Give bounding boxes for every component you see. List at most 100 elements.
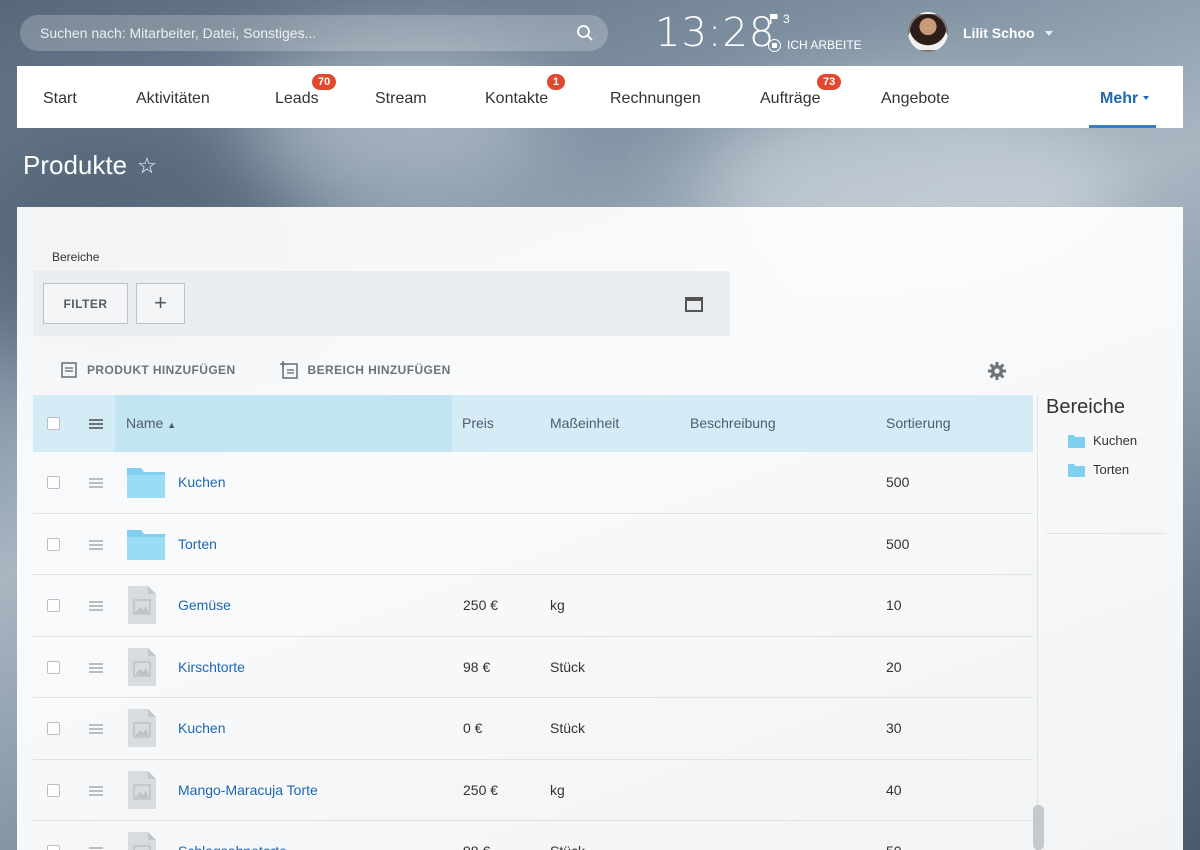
divider: [1046, 533, 1166, 534]
gear-icon[interactable]: [987, 361, 1007, 381]
row-price: 250 €: [463, 597, 499, 613]
nav-item-more[interactable]: Mehr: [1100, 66, 1150, 128]
products-table: Name ▲ Preis Maßeinheit Beschreibung Sor…: [33, 395, 1033, 850]
areas-sidebar: Bereiche Kuchen Torten: [1046, 395, 1166, 477]
row-name-link[interactable]: Kuchen: [178, 452, 225, 514]
divider: [1037, 395, 1038, 850]
row-name-link[interactable]: Kuchen: [178, 698, 225, 760]
row-name-link[interactable]: Torten: [178, 514, 217, 576]
user-name: Lilit Schoo: [963, 25, 1035, 41]
row-sort: 30: [886, 720, 902, 736]
nav-label: Aktivitäten: [136, 90, 210, 107]
filter-button[interactable]: FILTER: [43, 283, 128, 324]
header-price[interactable]: Preis: [462, 395, 494, 452]
sidebar-item-torten[interactable]: Torten: [1068, 462, 1166, 477]
row-sort: 40: [886, 781, 902, 798]
flag-icon: [770, 14, 778, 24]
nav-item-leads[interactable]: Leads 70: [275, 66, 337, 128]
nav-item-start[interactable]: Start: [43, 66, 77, 128]
sidebar-item-label: Kuchen: [1093, 433, 1138, 448]
header-description[interactable]: Beschreibung: [690, 395, 776, 452]
row-name-link[interactable]: Schlagsahnetorte: [178, 821, 287, 850]
menu-icon[interactable]: [89, 539, 103, 550]
header-sort[interactable]: Sortierung: [886, 395, 951, 452]
row-unit: Stück: [550, 720, 586, 736]
image-placeholder-icon: [128, 709, 156, 747]
flags-counter[interactable]: 3: [770, 12, 790, 26]
nav-item-angebote[interactable]: Angebote: [881, 66, 950, 128]
sidebar-item-label: Torten: [1093, 462, 1130, 477]
sidebar-item-kuchen[interactable]: Kuchen: [1068, 433, 1166, 448]
content-panel: Bereiche FILTER + PRODUKT HINZUFÜGEN BER…: [17, 207, 1183, 850]
menu-icon[interactable]: [89, 724, 103, 734]
menu-icon[interactable]: [89, 478, 103, 488]
table-row[interactable]: Kirschtorte 98 € Stück 20: [33, 637, 1033, 699]
search-input[interactable]: [40, 25, 560, 41]
add-filter-button[interactable]: +: [136, 283, 185, 324]
table-row[interactable]: Schlagsahnetorte 98 € Stück 50: [33, 821, 1033, 850]
row-price: 250 €: [463, 781, 499, 798]
table-row[interactable]: Kuchen 500: [33, 452, 1033, 514]
row-checkbox[interactable]: [47, 845, 60, 850]
work-status-label: ICH ARBEITE: [787, 38, 862, 52]
leads-badge: 70: [312, 74, 337, 90]
row-sort: 50: [886, 821, 902, 850]
flags-count: 3: [783, 12, 790, 26]
table-row[interactable]: Kuchen 0 € Stück 30: [33, 698, 1033, 760]
search-icon[interactable]: [576, 24, 594, 42]
page-title-text: Produkte: [23, 150, 128, 180]
nav-label: Start: [43, 90, 77, 107]
row-checkbox[interactable]: [47, 476, 60, 489]
page-title: Produkte ☆: [23, 150, 157, 181]
row-checkbox[interactable]: [47, 783, 60, 797]
row-name-link[interactable]: Mango-Maracuja Torte: [178, 760, 318, 822]
folder-icon: [1068, 463, 1085, 477]
image-placeholder-icon: [128, 832, 156, 850]
row-checkbox[interactable]: [47, 722, 60, 735]
active-tab-indicator: [1089, 125, 1156, 128]
header-name-label: Name: [126, 415, 164, 431]
select-all-checkbox[interactable]: [47, 417, 60, 430]
row-checkbox[interactable]: [47, 660, 60, 674]
menu-icon[interactable]: [89, 419, 103, 429]
work-status[interactable]: ICH ARBEITE: [768, 38, 862, 52]
nav-item-aktivitaeten[interactable]: Aktivitäten: [136, 66, 210, 128]
avatar[interactable]: [908, 12, 948, 52]
menu-icon[interactable]: [89, 601, 103, 611]
menu-icon[interactable]: [89, 662, 103, 673]
image-placeholder-icon: [128, 770, 156, 809]
menu-icon[interactable]: [89, 785, 103, 796]
filter-bar: FILTER +: [33, 271, 730, 336]
auftraege-badge: 73: [817, 74, 842, 90]
nav-label: Rechnungen: [610, 90, 701, 107]
row-name-link[interactable]: Kirschtorte: [178, 637, 245, 699]
user-menu[interactable]: Lilit Schoo: [963, 25, 1053, 41]
add-section-icon: [279, 361, 298, 379]
nav-label: Angebote: [881, 90, 950, 107]
nav-item-rechnungen[interactable]: Rechnungen: [610, 66, 701, 128]
row-checkbox[interactable]: [47, 537, 60, 551]
row-checkbox[interactable]: [47, 599, 60, 612]
header-unit[interactable]: Maßeinheit: [550, 395, 619, 452]
add-area-button[interactable]: BEREICH HINZUFÜGEN: [279, 361, 451, 379]
nav-label: Leads: [275, 90, 319, 107]
table-row[interactable]: Gemüse 250 € kg 10: [33, 575, 1033, 637]
star-icon[interactable]: ☆: [137, 153, 157, 179]
nav-item-auftraege[interactable]: Aufträge 73: [760, 66, 842, 128]
main-nav: Start Aktivitäten Leads 70 Stream Kontakt…: [17, 66, 1183, 128]
window-icon[interactable]: [685, 297, 703, 312]
table-row[interactable]: Mango-Maracuja Torte 250 € kg 40: [33, 760, 1033, 822]
row-name-link[interactable]: Gemüse: [178, 575, 231, 637]
header-name[interactable]: Name ▲: [126, 395, 176, 454]
scrollbar-handle[interactable]: [1033, 805, 1044, 850]
search-bar[interactable]: [20, 15, 608, 51]
add-product-button[interactable]: PRODUKT HINZUFÜGEN: [61, 361, 236, 379]
areas-label: Bereiche: [52, 250, 100, 264]
row-sort: 20: [886, 658, 902, 675]
clock[interactable]: 13:28: [655, 10, 775, 56]
row-price: 0 €: [463, 720, 483, 736]
table-row[interactable]: Torten 500: [33, 514, 1033, 576]
add-area-label: BEREICH HINZUFÜGEN: [307, 363, 451, 377]
nav-item-kontakte[interactable]: Kontakte 1: [485, 66, 566, 128]
nav-item-stream[interactable]: Stream: [375, 66, 427, 128]
